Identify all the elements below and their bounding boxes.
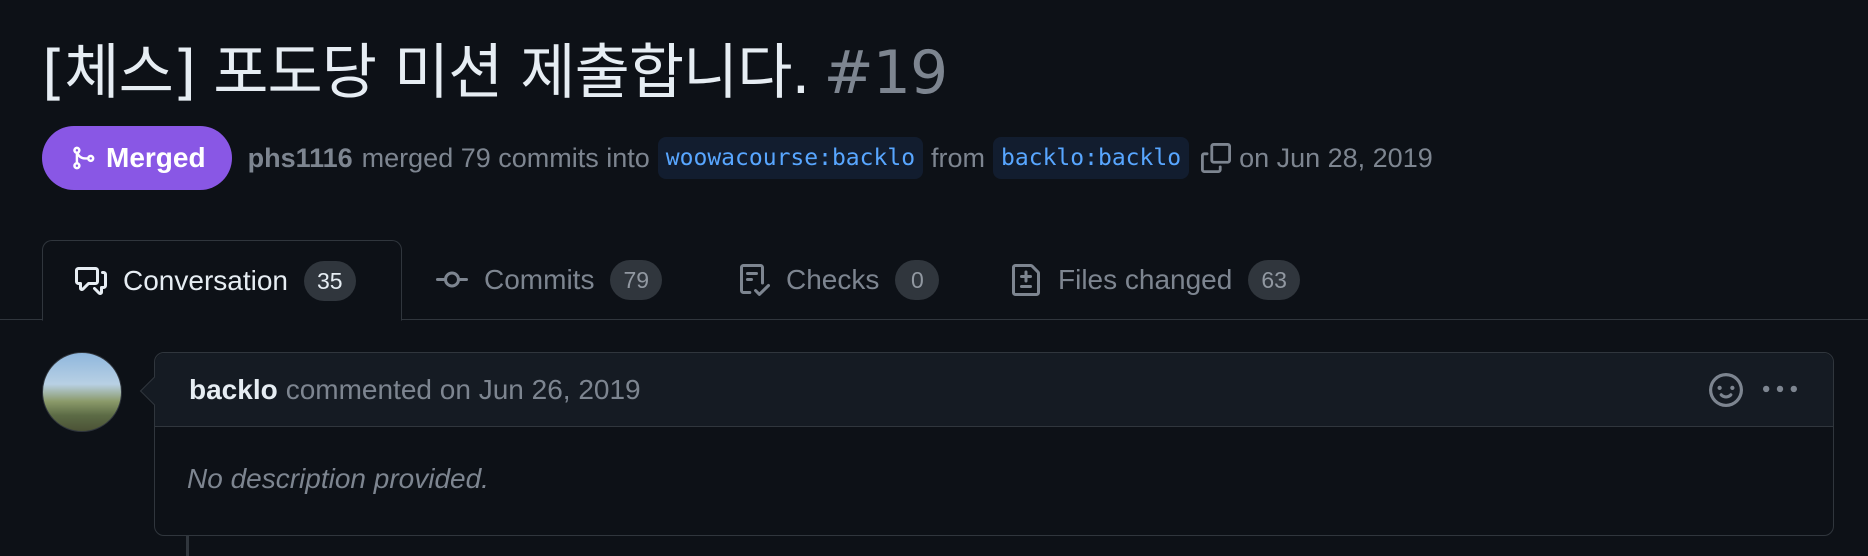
status-label: Merged [106, 142, 206, 173]
tab-counter: 63 [1248, 260, 1300, 300]
tab-label: Checks [786, 264, 880, 295]
file-diff-icon [1012, 264, 1040, 296]
comment-body: No description provided. [187, 463, 489, 494]
tab-label: Files changed [1058, 264, 1233, 295]
timeline-line [186, 536, 189, 556]
pr-meta: Merged phs1116 merged 79 commits into wo… [42, 126, 1433, 190]
tab-files-changed[interactable]: Files changed 63 [1010, 240, 1300, 320]
smiley-icon[interactable] [1709, 373, 1743, 414]
pr-number: #19 [823, 38, 949, 108]
merge-date: on Jun 28, 2019 [1239, 142, 1433, 173]
copy-icon[interactable] [1201, 143, 1232, 173]
tab-counter: 35 [303, 260, 356, 301]
pr-title-row: [체스] 포도당 미션 제출합니다. #19 [42, 28, 949, 118]
comment-date[interactable]: commented on Jun 26, 2019 [286, 374, 641, 406]
tab-counter: 79 [610, 260, 663, 300]
tab-label: Commits [484, 264, 595, 295]
tab-label: Conversation [123, 264, 288, 296]
git-merge-icon [73, 146, 95, 170]
git-commit-icon [436, 271, 468, 288]
comment-actions [1709, 373, 1797, 414]
base-branch-link[interactable]: woowacourse:backlo [657, 137, 924, 179]
avatar[interactable] [42, 352, 122, 432]
tab-commits[interactable]: Commits 79 [436, 240, 663, 320]
kebab-horizontal-icon[interactable] [1763, 373, 1797, 414]
merger-link[interactable]: phs1116 [248, 143, 353, 174]
tab-conversation[interactable]: Conversation 35 [42, 240, 402, 321]
comment-header: backlo commented on Jun 26, 2019 [155, 353, 1833, 427]
head-branch-link[interactable]: backlo:backlo [993, 137, 1190, 179]
from-text: from [931, 142, 986, 173]
pr-tabs: Conversation 35 Commits 79 Checks 0 File… [0, 240, 1868, 321]
merged-commits-text: merged 79 commits into [361, 142, 650, 173]
pr-title: [체스] 포도당 미션 제출합니다. [42, 38, 811, 108]
checklist-icon [740, 264, 770, 296]
tab-counter: 0 [895, 260, 940, 300]
comment-box: backlo commented on Jun 26, 2019 No desc… [139, 352, 1834, 536]
comment-discussion-icon [75, 266, 107, 295]
comment-author-link[interactable]: backlo [189, 374, 278, 406]
tab-checks[interactable]: Checks 0 [738, 240, 940, 320]
merged-status-badge: Merged [42, 126, 232, 190]
